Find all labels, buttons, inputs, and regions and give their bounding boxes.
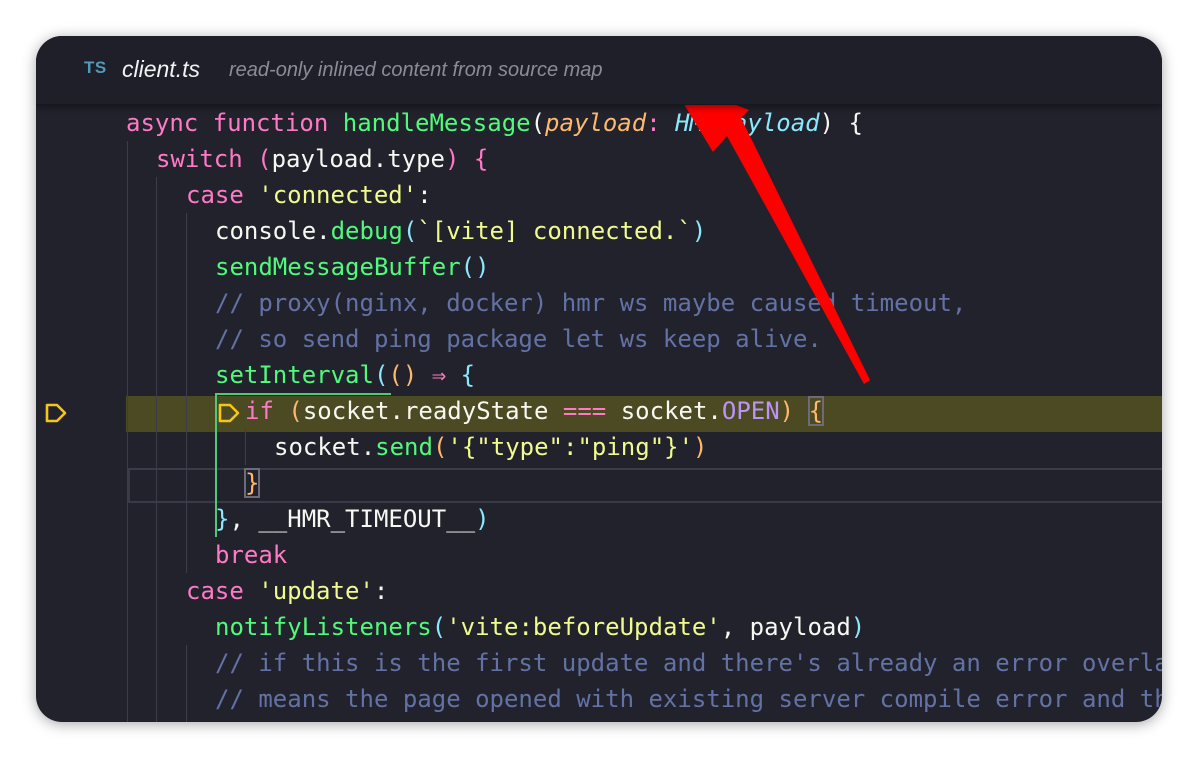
editor-tab[interactable]: TS client.ts read-only inlined content f… bbox=[36, 36, 1162, 105]
code-editor[interactable]: async function handleMessage(payload: HM… bbox=[36, 105, 1162, 722]
code-line-17: // means the page opened with existing s… bbox=[215, 685, 1162, 713]
code-line-16: // if this is the first update and there… bbox=[215, 649, 1162, 677]
code-line-10: socket.send('{"type":"ping"}') bbox=[274, 433, 708, 461]
indent-guide bbox=[127, 141, 128, 722]
code-line-11: } bbox=[243, 468, 261, 498]
breakpoint-current-icon[interactable] bbox=[44, 401, 68, 425]
tab-description: read-only inlined content from source ma… bbox=[229, 59, 603, 81]
code-line-5: sendMessageBuffer() bbox=[215, 253, 490, 281]
cursor-line bbox=[128, 468, 1162, 503]
indent-guide bbox=[186, 645, 187, 722]
tab-filename[interactable]: client.ts bbox=[122, 56, 200, 83]
code-line-6: // proxy(nginx, docker) hmr ws maybe cau… bbox=[215, 289, 967, 317]
code-line-2: switch (payload.type) { bbox=[156, 145, 489, 173]
code-line-1: async function handleMessage(payload: HM… bbox=[126, 109, 863, 137]
code-line-8: setInterval(() ⇒ { bbox=[215, 361, 476, 389]
typescript-icon: TS bbox=[84, 58, 107, 77]
indent-guide bbox=[156, 177, 157, 722]
code-line-12: }, __HMR_TIMEOUT__) bbox=[215, 505, 490, 533]
code-line-14: case 'update': bbox=[186, 577, 389, 605]
inline-breakpoint-icon[interactable] bbox=[217, 401, 241, 425]
code-line-13: break bbox=[215, 541, 288, 569]
editor-window: TS client.ts read-only inlined content f… bbox=[36, 36, 1162, 722]
code-line-7: // so send ping package let ws keep aliv… bbox=[215, 325, 822, 353]
indent-guide bbox=[245, 429, 246, 465]
code-line-3: case 'connected': bbox=[186, 181, 432, 209]
indent-guide bbox=[186, 213, 187, 573]
code-line-4: console.debug(`[vite] connected.`) bbox=[215, 217, 707, 245]
code-line-15: notifyListeners('vite:beforeUpdate', pay… bbox=[215, 613, 866, 641]
